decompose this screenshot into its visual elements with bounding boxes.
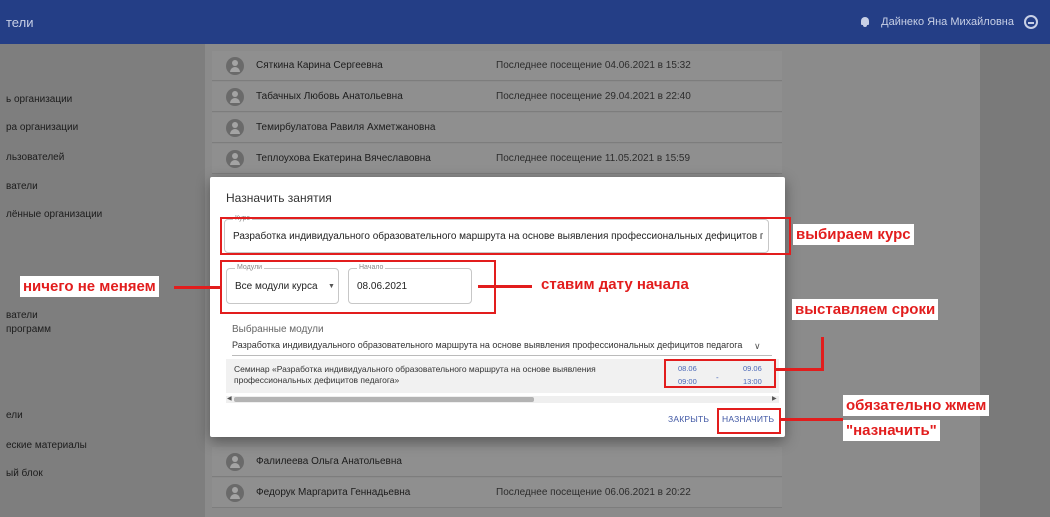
- avatar-icon: [226, 118, 244, 137]
- avatar-icon: [226, 452, 244, 471]
- sidebar-item-5[interactable]: лённые организации: [6, 209, 102, 220]
- dates-connector-v: [821, 337, 824, 371]
- account-icon[interactable]: [1024, 15, 1038, 29]
- bell-icon[interactable]: [859, 16, 871, 28]
- module-title: Семинар «Разработка индивидуального обра…: [234, 364, 596, 385]
- assign-highlight-box: [717, 408, 781, 434]
- last-visit: Последнее посещение 06.06.2021 в 20:22: [496, 487, 691, 498]
- person-name: Сяткина Карина Сергеевна: [256, 60, 383, 71]
- list-item[interactable]: Темирбулатова Равиля Ахметжановна: [212, 113, 782, 143]
- assign-connector: [781, 418, 843, 421]
- assign-annotation-line1: обязательно жмем: [843, 395, 990, 416]
- modules-connector: [174, 286, 220, 289]
- sidebar-item-2[interactable]: ра организации: [6, 122, 78, 133]
- sidebar-item-3[interactable]: льзователей: [6, 152, 64, 163]
- selected-modules-label: Выбранные модули: [232, 324, 324, 335]
- app-title: тели: [6, 14, 34, 30]
- avatar-icon: [226, 483, 244, 502]
- start-connector: [478, 285, 532, 288]
- modules-annotation: ничего не меняем: [20, 276, 159, 297]
- user-name[interactable]: Дайнеко Яна Михайловна: [881, 16, 1014, 28]
- sidebar-item-10[interactable]: ый блок: [6, 468, 43, 479]
- course-annotation: выбираем курс: [793, 224, 914, 245]
- start-annotation: ставим дату начала: [538, 274, 692, 295]
- last-visit: Последнее посещение 04.06.2021 в 15:32: [496, 60, 691, 71]
- list-item[interactable]: Сяткина Карина Сергеевна Последнее посещ…: [212, 51, 782, 81]
- list-item[interactable]: Федорук Маргарита Геннадьевна Последнее …: [212, 478, 782, 508]
- dates-highlight-box: [664, 359, 776, 388]
- last-visit: Последнее посещение 11.05.2021 в 15:59: [496, 153, 691, 164]
- sidebar-item-4[interactable]: ватели: [6, 181, 38, 192]
- sidebar-item-8[interactable]: ели: [6, 410, 23, 421]
- last-visit: Последнее посещение 29.04.2021 в 22:40: [496, 91, 691, 102]
- assign-annotation-line2: "назначить": [843, 420, 940, 441]
- selected-modules-value[interactable]: Разработка индивидуального образовательн…: [232, 340, 772, 356]
- avatar-icon: [226, 56, 244, 75]
- scroll-left-icon[interactable]: ◀: [227, 396, 232, 403]
- dates-connector-h: [776, 368, 824, 371]
- horizontal-scrollbar[interactable]: ◀ ▶: [226, 396, 779, 403]
- chevron-down-icon[interactable]: ∨: [754, 341, 761, 352]
- modules-date-highlight-box: [220, 260, 496, 314]
- sidebar-item-9[interactable]: еские материалы: [6, 440, 87, 451]
- person-name: Табачных Любовь Анатольевна: [256, 91, 403, 102]
- dates-annotation: выставляем сроки: [792, 299, 939, 320]
- right-panel: [980, 44, 1050, 517]
- person-name: Темирбулатова Равиля Ахметжановна: [256, 122, 436, 133]
- avatar-icon: [226, 87, 244, 106]
- list-item[interactable]: Табачных Любовь Анатольевна Последнее по…: [212, 82, 782, 112]
- person-name: Теплоухова Екатерина Вячеславовна: [256, 153, 431, 164]
- list-item[interactable]: Теплоухова Екатерина Вячеславовна Послед…: [212, 144, 782, 174]
- close-button[interactable]: ЗАКРЫТЬ: [668, 414, 709, 424]
- course-highlight-box: [220, 217, 791, 255]
- dialog-title: Назначить занятия: [226, 191, 332, 205]
- person-name: Федорук Маргарита Геннадьевна: [256, 487, 411, 498]
- person-name: Фалилеева Ольга Анатольевна: [256, 456, 402, 467]
- list-item[interactable]: Фалилеева Ольга Анатольевна: [212, 447, 782, 477]
- sidebar-item-7[interactable]: программ: [6, 324, 51, 335]
- sidebar-item-6[interactable]: ватели: [6, 310, 38, 321]
- scroll-right-icon[interactable]: ▶: [772, 396, 777, 403]
- top-bar: тели Дайнеко Яна Михайловна: [0, 0, 1050, 44]
- scrollbar-thumb[interactable]: [234, 397, 534, 402]
- sidebar-item-1[interactable]: ь организации: [6, 94, 72, 105]
- avatar-icon: [226, 149, 244, 168]
- user-area: Дайнеко Яна Михайловна: [859, 0, 1038, 44]
